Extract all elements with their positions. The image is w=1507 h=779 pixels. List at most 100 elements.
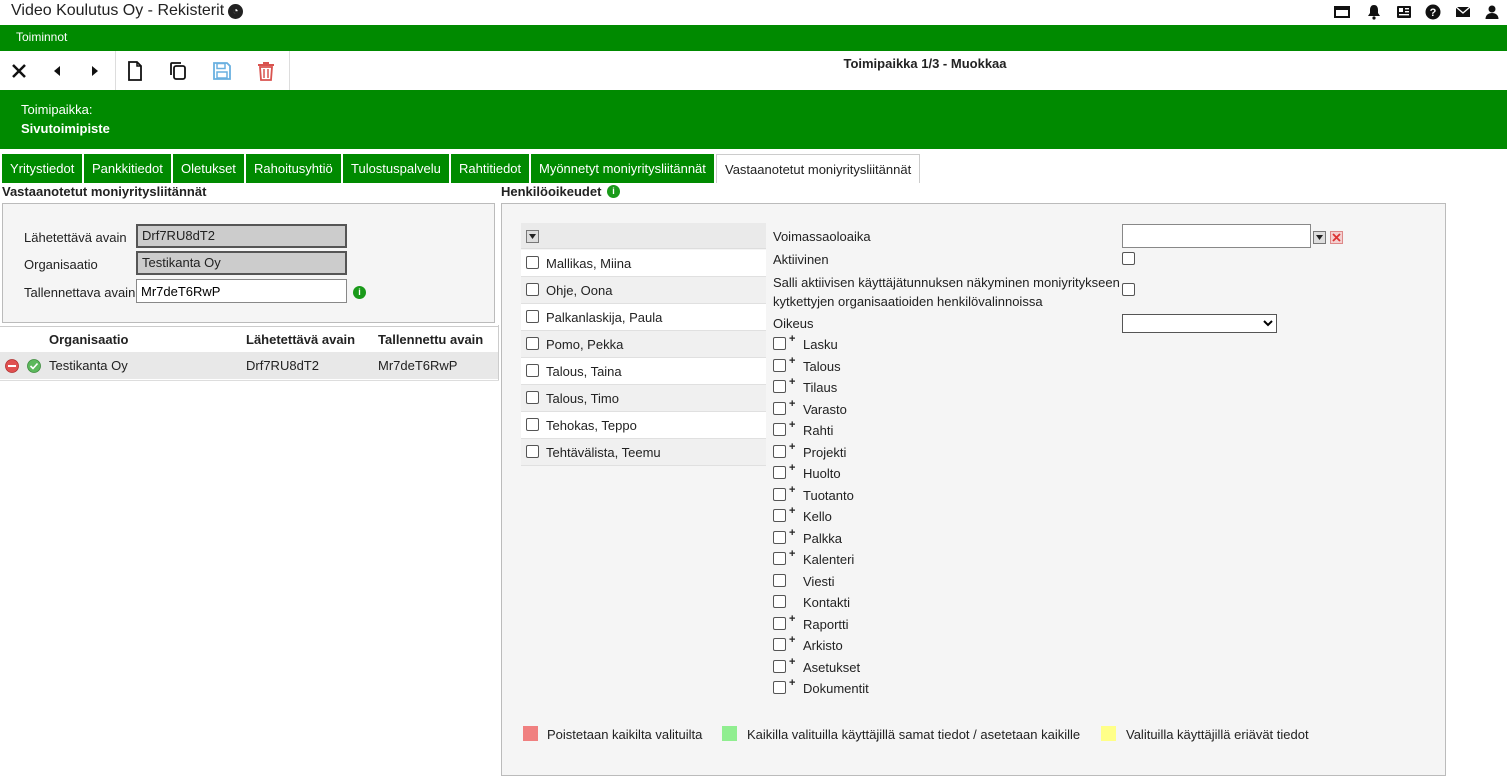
right-checkbox[interactable] xyxy=(773,488,786,501)
link-form: Lähetettävä avain Drf7RU8dT2 Organisaati… xyxy=(2,203,495,323)
expand-icon[interactable]: + xyxy=(789,677,795,689)
bell-icon[interactable] xyxy=(1366,4,1382,20)
table-border xyxy=(0,380,499,381)
expand-icon[interactable]: + xyxy=(789,613,795,625)
right-checkbox[interactable] xyxy=(773,466,786,479)
right-checkbox[interactable] xyxy=(773,380,786,393)
expand-icon[interactable]: + xyxy=(789,462,795,474)
tab-yritystiedot[interactable]: Yritystiedot xyxy=(2,154,83,183)
help-icon[interactable]: ? xyxy=(1425,4,1441,20)
window-icon[interactable] xyxy=(1334,4,1350,20)
user-icon[interactable] xyxy=(1484,4,1500,20)
tab-myonnetyt[interactable]: Myönnetyt moniyritysliitännät xyxy=(531,154,714,183)
user-name: Talous, Taina xyxy=(546,364,622,379)
right-checkbox[interactable] xyxy=(773,552,786,565)
expand-icon[interactable]: + xyxy=(789,376,795,388)
organization-label: Organisaatio xyxy=(24,257,98,272)
right-checkbox[interactable] xyxy=(773,359,786,372)
user-row[interactable]: Tehokas, Teppo xyxy=(521,412,766,439)
column-header-sent-key: Lähetettävä avain xyxy=(246,332,356,347)
right-checkbox[interactable] xyxy=(773,638,786,651)
tab-vastaanotetut[interactable]: Vastaanotetut moniyritysliitännät xyxy=(716,154,921,183)
table-row[interactable]: Testikanta Oy Drf7RU8dT2 Mr7deT6RwP xyxy=(0,352,498,379)
right-label: Lasku xyxy=(803,337,838,352)
right-checkbox[interactable] xyxy=(773,402,786,415)
remove-icon[interactable] xyxy=(5,359,19,373)
right-label: Kello xyxy=(803,509,832,524)
legend-label-remove: Poistetaan kaikilta valituilta xyxy=(547,727,703,742)
news-icon[interactable] xyxy=(1396,4,1412,20)
user-row[interactable]: Tehtävälista, Teemu xyxy=(521,439,766,466)
right-label: Dokumentit xyxy=(803,681,869,696)
right-checkbox[interactable] xyxy=(773,423,786,436)
allow-visibility-checkbox[interactable] xyxy=(1122,283,1135,296)
toolbar: Toimipaikka 1/3 - Muokkaa xyxy=(0,51,1507,90)
actions-menu[interactable]: Toiminnot xyxy=(16,30,67,44)
tab-pankkitiedot[interactable]: Pankkitiedot xyxy=(84,154,171,183)
user-name: Palkanlaskija, Paula xyxy=(546,310,663,325)
right-checkbox[interactable] xyxy=(773,681,786,694)
expand-icon[interactable]: + xyxy=(789,634,795,646)
user-checkbox[interactable] xyxy=(526,391,539,404)
info-icon[interactable]: i xyxy=(607,185,620,198)
info-icon[interactable]: i xyxy=(353,286,366,299)
accept-icon[interactable] xyxy=(27,359,41,373)
expand-icon[interactable]: + xyxy=(789,527,795,539)
mail-icon[interactable] xyxy=(1455,4,1471,20)
right-label: Projekti xyxy=(803,445,847,460)
validity-label: Voimassaoloaika xyxy=(773,229,871,244)
save-key-input[interactable] xyxy=(136,279,347,303)
tab-rahtitiedot[interactable]: Rahtitiedot xyxy=(451,154,530,183)
validity-dropdown[interactable] xyxy=(1313,231,1326,244)
expand-icon[interactable]: + xyxy=(789,484,795,496)
expand-icon[interactable]: + xyxy=(789,398,795,410)
record-title: Toimipaikka 1/3 - Muokkaa xyxy=(843,56,1007,71)
right-label: Varasto xyxy=(803,402,847,417)
right-checkbox[interactable] xyxy=(773,574,786,587)
right-label: Asetukset xyxy=(803,660,861,675)
validity-input[interactable] xyxy=(1122,224,1311,248)
user-checkbox[interactable] xyxy=(526,364,539,377)
expand-icon[interactable]: + xyxy=(789,656,795,668)
expand-icon[interactable]: + xyxy=(789,355,795,367)
right-checkbox[interactable] xyxy=(773,531,786,544)
user-row[interactable]: Palkanlaskija, Paula xyxy=(521,304,766,331)
tab-oletukset[interactable]: Oletukset xyxy=(173,154,244,183)
tab-tulostuspalvelu[interactable]: Tulostuspalvelu xyxy=(343,154,449,183)
rights-select[interactable] xyxy=(1122,314,1277,333)
user-name: Tehtävälista, Teemu xyxy=(546,445,661,460)
user-row[interactable]: Talous, Timo xyxy=(521,385,766,412)
expand-icon[interactable]: + xyxy=(789,333,795,345)
right-checkbox[interactable] xyxy=(773,660,786,673)
expand-icon[interactable]: + xyxy=(789,548,795,560)
user-checkbox[interactable] xyxy=(526,337,539,350)
active-checkbox[interactable] xyxy=(1122,252,1135,265)
expand-icon[interactable]: + xyxy=(789,505,795,517)
user-row[interactable]: Mallikas, Miina xyxy=(521,250,766,277)
clear-date-button[interactable] xyxy=(1330,231,1343,244)
right-label: Palkka xyxy=(803,531,843,546)
row-sent-key: Drf7RU8dT2 xyxy=(246,358,319,373)
expand-icon[interactable]: + xyxy=(789,441,795,453)
user-checkbox[interactable] xyxy=(526,445,539,458)
title-bar: Video Koulutus Oy - Rekisterit ◔ ? xyxy=(0,0,1507,25)
row-saved-key: Mr7deT6RwP xyxy=(378,358,458,373)
user-checkbox[interactable] xyxy=(526,283,539,296)
links-table-header: Organisaatio Lähetettävä avain Tallennet… xyxy=(0,326,498,351)
user-checkbox[interactable] xyxy=(526,310,539,323)
right-checkbox[interactable] xyxy=(773,445,786,458)
expand-icon[interactable]: + xyxy=(789,419,795,431)
user-row[interactable]: Talous, Taina xyxy=(521,358,766,385)
user-checkbox[interactable] xyxy=(526,256,539,269)
select-all-dropdown[interactable] xyxy=(526,230,539,243)
user-row[interactable]: Pomo, Pekka xyxy=(521,331,766,358)
user-checkbox[interactable] xyxy=(526,418,539,431)
tab-rahoitusyhtio[interactable]: Rahoitusyhtiö xyxy=(246,154,341,183)
user-row[interactable]: Ohje, Oona xyxy=(521,277,766,304)
right-checkbox[interactable] xyxy=(773,509,786,522)
right-checkbox[interactable] xyxy=(773,337,786,350)
right-checkbox[interactable] xyxy=(773,595,786,608)
organization-field: Testikanta Oy xyxy=(136,251,347,275)
right-checkbox[interactable] xyxy=(773,617,786,630)
dashboard-gauge-icon[interactable]: ◔ xyxy=(228,4,243,19)
